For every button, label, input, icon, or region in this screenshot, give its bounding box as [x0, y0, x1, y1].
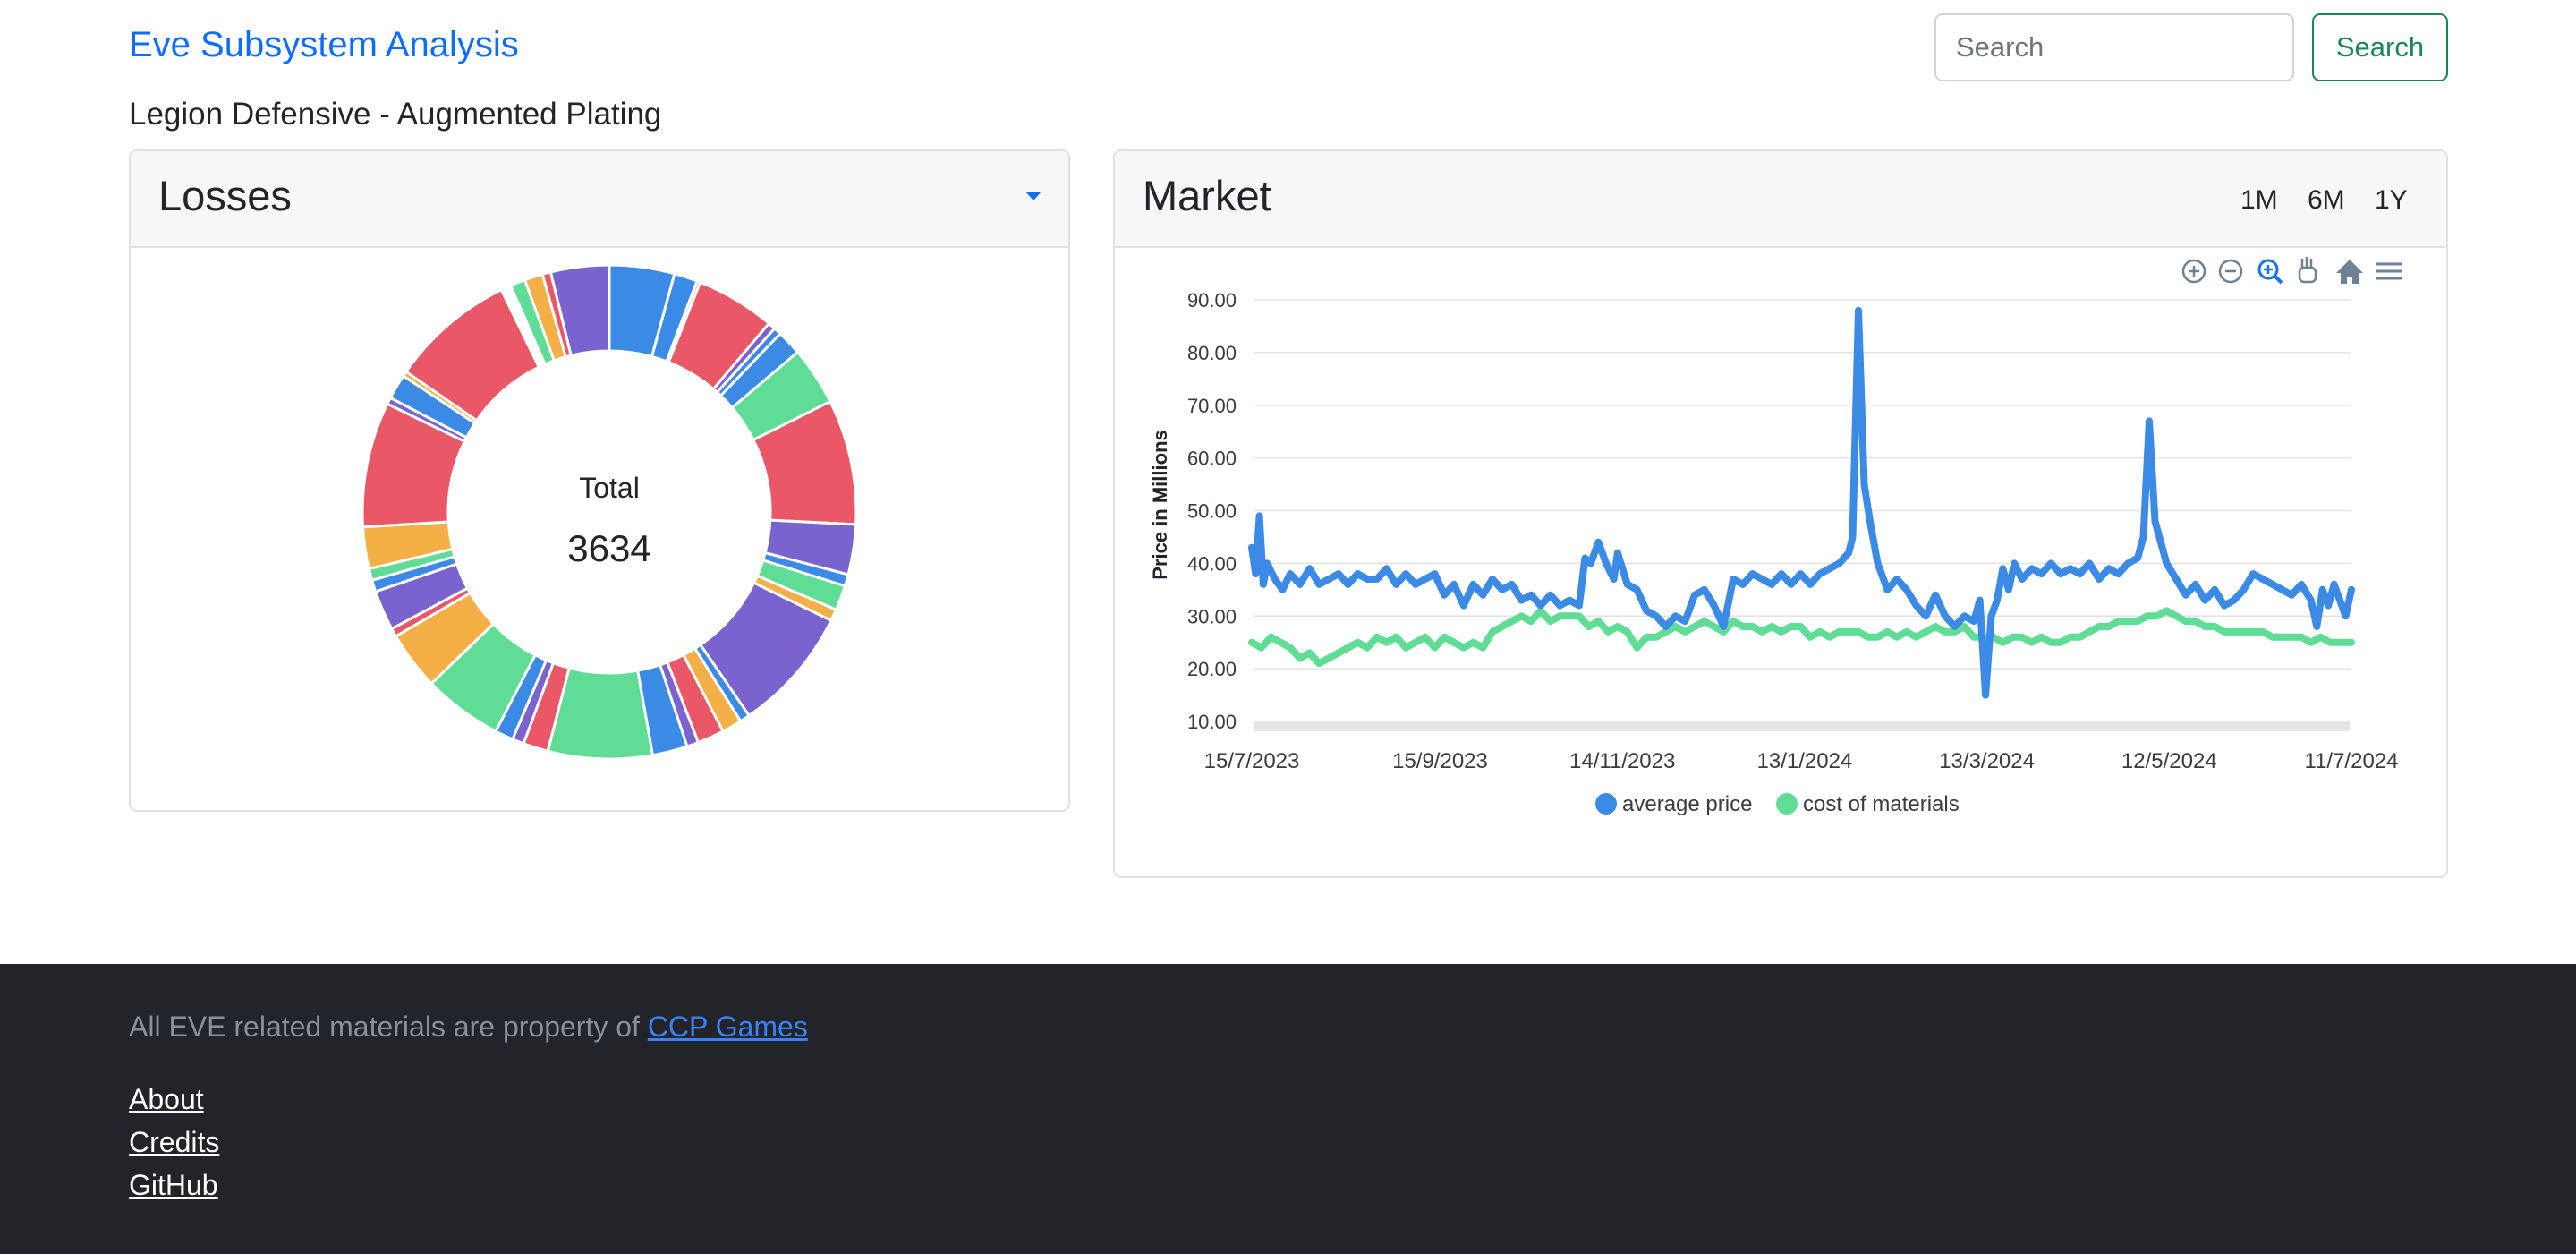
y-tick-labels: 90.00 80.00 70.00 60.00 50.00 40.00 30.00 20.00…: [1187, 289, 1237, 733]
donut-center-label: Total: [579, 472, 640, 504]
donut-total-value: 3634: [567, 527, 650, 569]
y-axis-label: Price in Millions: [1149, 430, 1171, 579]
pan-hand-icon[interactable]: [2298, 257, 2317, 284]
series-line-0: [1248, 306, 2355, 699]
x-tick-label: 14/11/2023: [1569, 749, 1675, 773]
search-input[interactable]: [1934, 13, 2294, 81]
x-tick-labels: 15/7/2023 15/9/2023 14/11/2023 13/1/2024 13/…: [1204, 749, 2399, 773]
footer-copyright-text: All EVE related materials are property o…: [129, 1011, 640, 1043]
y-tick-label: 50.00: [1187, 500, 1237, 523]
donut-segments: [361, 263, 858, 761]
zoom-in-icon[interactable]: [2181, 259, 2206, 284]
x-tick-label: 13/3/2024: [1939, 749, 2035, 773]
y-tick-label: 10.00: [1187, 711, 1237, 733]
market-card: Market 1M 6M 1Y 90.00 80.00 70.00 60.00 …: [1113, 149, 2448, 878]
menu-icon[interactable]: [2376, 262, 2402, 280]
x-tick-label: 15/9/2023: [1392, 749, 1488, 773]
footer-link-about[interactable]: About: [129, 1083, 204, 1116]
x-axis-band: [1254, 722, 2350, 731]
brand-link[interactable]: Eve Subsystem Analysis: [129, 25, 519, 65]
footer: All EVE related materials are property o…: [0, 964, 2576, 1254]
x-tick-label: 11/7/2024: [2305, 749, 2399, 773]
y-tick-label: 70.00: [1187, 395, 1237, 417]
y-gridlines: [1254, 299, 2351, 722]
y-tick-label: 20.00: [1187, 658, 1237, 680]
zoom-select-icon[interactable]: [2257, 259, 2283, 285]
home-icon[interactable]: [2336, 260, 2363, 284]
legend-marker: [1595, 793, 1617, 815]
footer-link-github[interactable]: GitHub: [129, 1169, 218, 1202]
y-tick-label: 90.00: [1187, 289, 1237, 311]
footer-link-credits[interactable]: Credits: [129, 1126, 219, 1159]
search-button[interactable]: Search: [2312, 13, 2448, 81]
y-tick-label: 40.00: [1187, 552, 1237, 575]
y-tick-label: 30.00: [1187, 605, 1237, 627]
chart-legend: average price cost of materials: [1595, 792, 1960, 816]
losses-card: Losses Total 3634: [129, 149, 1070, 812]
losses-donut-chart: Total 3634: [361, 263, 858, 761]
x-tick-label: 12/5/2024: [2121, 749, 2217, 773]
ccp-games-link[interactable]: CCP Games: [648, 1011, 808, 1043]
y-tick-label: 80.00: [1187, 342, 1237, 364]
series-line-1: [1248, 607, 2355, 668]
legend-label[interactable]: cost of materials: [1803, 792, 1960, 816]
zoom-out-icon[interactable]: [2218, 259, 2243, 284]
page-title: Legion Defensive - Augmented Plating: [129, 97, 662, 132]
y-tick-label: 60.00: [1187, 448, 1237, 470]
footer-copyright: All EVE related materials are property o…: [129, 1011, 808, 1044]
series-lines: [1248, 306, 2355, 699]
x-tick-label: 15/7/2023: [1204, 749, 1300, 773]
x-tick-label: 13/1/2024: [1757, 749, 1853, 773]
legend-label[interactable]: average price: [1622, 792, 1752, 816]
legend-marker: [1776, 793, 1798, 815]
market-line-chart: 90.00 80.00 70.00 60.00 50.00 40.00 30.00 20.00…: [1149, 257, 2402, 816]
